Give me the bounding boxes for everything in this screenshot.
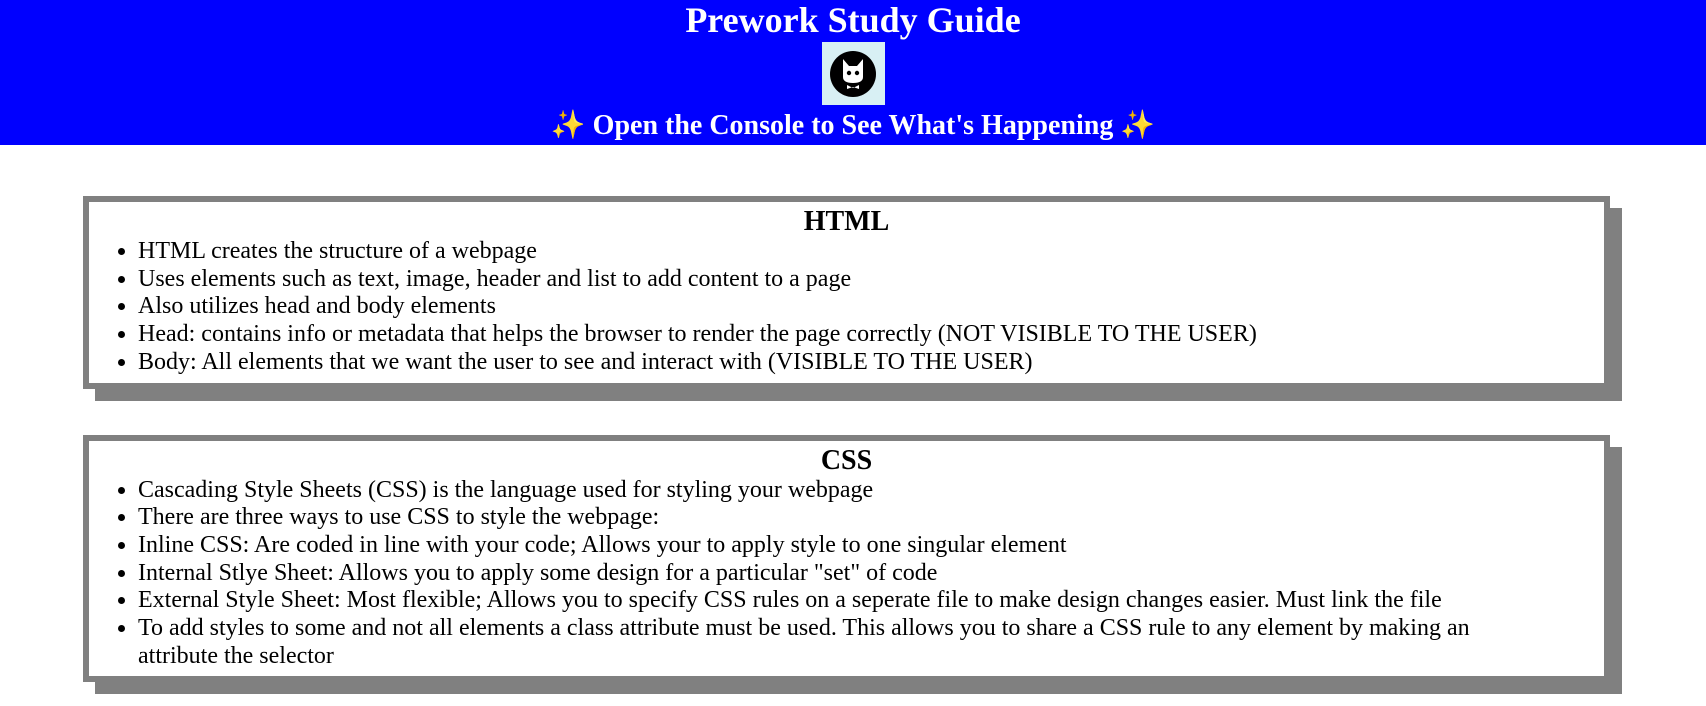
cat-icon (830, 50, 876, 97)
section-title: CSS (820, 444, 873, 476)
list-item: Head: contains info or metadata that hel… (138, 321, 1604, 349)
css-section: CSS Cascading Style Sheets (CSS) is the … (83, 434, 1610, 683)
list-item: Internal Stlye Sheet: Allows you to appl… (138, 560, 1604, 588)
list-item: Cascading Style Sheets (CSS) is the lang… (138, 477, 1604, 505)
html-list: HTML creates the structure of a webpage … (89, 238, 1604, 377)
list-item: External Style Sheet: Most flexible; All… (138, 587, 1604, 615)
list-item: There are three ways to use CSS to style… (138, 504, 1604, 532)
logo (821, 42, 885, 105)
list-item: Also utilizes head and body elements (138, 293, 1604, 321)
section-title: HTML (803, 206, 890, 237)
html-section: HTML HTML creates the structure of a web… (83, 196, 1610, 389)
page-header: Prework Study Guide ✨ Open the Console t… (0, 0, 1706, 145)
css-list: Cascading Style Sheets (CSS) is the lang… (89, 477, 1604, 671)
list-item: To add styles to some and not all elemen… (138, 615, 1604, 670)
list-item: HTML creates the structure of a webpage (138, 238, 1604, 266)
list-item: Body: All elements that we want the user… (138, 349, 1604, 377)
main-content: HTML HTML creates the structure of a web… (0, 145, 1706, 683)
console-hint: ✨ Open the Console to See What's Happeni… (550, 110, 1156, 141)
list-item: Inline CSS: Are coded in line with your … (138, 532, 1604, 560)
page-title: Prework Study Guide (685, 0, 1021, 40)
list-item: Uses elements such as text, image, heade… (138, 266, 1604, 294)
